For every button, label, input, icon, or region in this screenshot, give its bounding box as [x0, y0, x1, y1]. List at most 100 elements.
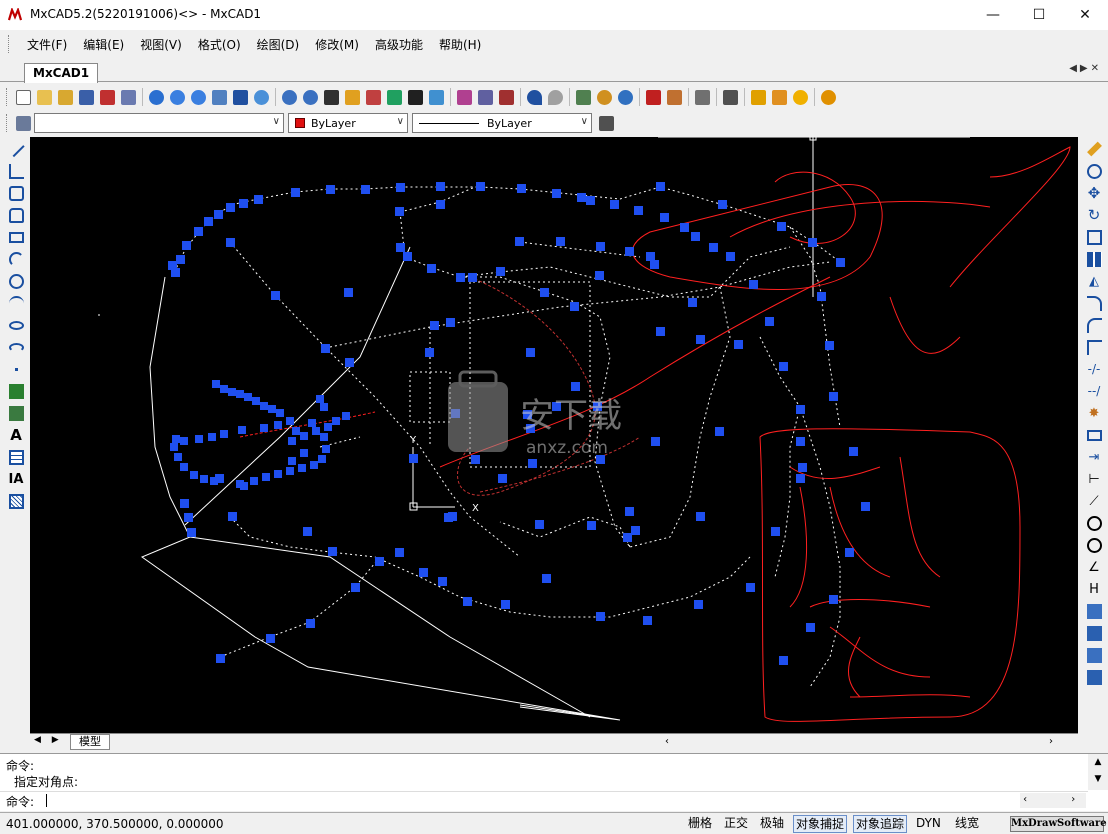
- preview-icon[interactable]: [720, 87, 741, 108]
- offset-tool-icon[interactable]: [1080, 292, 1108, 314]
- make-block-icon[interactable]: [2, 402, 30, 424]
- save-icon[interactable]: [76, 87, 97, 108]
- grid-toggle[interactable]: 栅格: [686, 815, 714, 833]
- tab-mxcad1[interactable]: MxCAD1: [24, 63, 99, 83]
- ucs-icon[interactable]: [230, 87, 251, 108]
- zoom-window-icon[interactable]: [300, 87, 321, 108]
- command-scrollbar[interactable]: ▲ ▼: [1088, 754, 1108, 790]
- menu-view[interactable]: 视图(V): [132, 36, 190, 53]
- explode-tool-icon[interactable]: ✸: [1080, 402, 1108, 424]
- menu-advanced[interactable]: 高级功能: [367, 36, 431, 53]
- menu-modify[interactable]: 修改(M): [307, 36, 367, 53]
- ellipse-arc-tool-icon[interactable]: [2, 336, 30, 358]
- image-export-icon[interactable]: [664, 87, 685, 108]
- toolbar-grip-handle[interactable]: [6, 114, 9, 132]
- text-tool-icon[interactable]: A: [2, 424, 30, 446]
- point-tool-icon[interactable]: [2, 358, 30, 380]
- render-icon[interactable]: [573, 87, 594, 108]
- dim-radius-icon[interactable]: [1080, 512, 1108, 534]
- zoom-extents-icon[interactable]: [251, 87, 272, 108]
- hatch-tool-icon[interactable]: [2, 490, 30, 512]
- tab-model[interactable]: 模型: [70, 734, 110, 750]
- horizontal-scrollbar[interactable]: ‹ ›: [663, 736, 1063, 749]
- properties-icon[interactable]: [496, 87, 517, 108]
- trim-tool-icon[interactable]: -/-: [1080, 358, 1108, 380]
- menu-draw[interactable]: 绘图(D): [249, 36, 308, 53]
- draworder-front-icon[interactable]: [1080, 600, 1108, 622]
- scroll-left-icon[interactable]: ‹: [665, 736, 669, 747]
- rectangle-tool-icon[interactable]: [2, 226, 30, 248]
- circle-tool-icon[interactable]: [2, 270, 30, 292]
- save-as-icon[interactable]: [97, 87, 118, 108]
- move-icon[interactable]: [321, 87, 342, 108]
- dyn-toggle[interactable]: DYN: [914, 815, 943, 833]
- zoom-in-icon[interactable]: [188, 87, 209, 108]
- match-properties-icon[interactable]: [454, 87, 475, 108]
- tab-nav-buttons[interactable]: ◀▶✕: [1069, 63, 1102, 74]
- menu-file[interactable]: 文件(F): [19, 36, 75, 53]
- layer-select[interactable]: ∨: [34, 113, 284, 133]
- print-icon[interactable]: [118, 87, 139, 108]
- break-tool-icon[interactable]: ⇥: [1080, 446, 1108, 468]
- table-tool-icon[interactable]: [2, 446, 30, 468]
- star-icon[interactable]: [790, 87, 811, 108]
- open-file-icon[interactable]: [34, 87, 55, 108]
- spline-tool-icon[interactable]: [2, 292, 30, 314]
- layer-manager-icon[interactable]: [13, 113, 34, 134]
- color-select[interactable]: ByLayer ∨: [288, 113, 408, 133]
- mtext-tool-icon[interactable]: IA: [2, 468, 30, 490]
- edit-text-icon[interactable]: [426, 87, 447, 108]
- lineweight-toggle[interactable]: 线宽: [953, 815, 981, 833]
- stretch-tool-icon[interactable]: [1080, 424, 1108, 446]
- polar-toggle[interactable]: 极轴: [758, 815, 786, 833]
- find-icon[interactable]: [279, 87, 300, 108]
- scale-tool-icon[interactable]: [1080, 226, 1108, 248]
- redo-icon[interactable]: [545, 87, 566, 108]
- pencil-icon[interactable]: [769, 87, 790, 108]
- otrack-toggle[interactable]: 对象追踪: [853, 815, 908, 833]
- fillet-tool-icon[interactable]: [1080, 314, 1108, 336]
- insert-block-icon[interactable]: [2, 380, 30, 402]
- dim-linear-icon[interactable]: ⊢: [1080, 468, 1108, 490]
- toolbar-grip-handle[interactable]: [6, 88, 9, 106]
- maximize-button[interactable]: ☐: [1016, 0, 1062, 30]
- open-folder-icon[interactable]: [55, 87, 76, 108]
- line-tool-icon[interactable]: [2, 138, 30, 160]
- polyline-tool-icon[interactable]: [2, 160, 30, 182]
- command-input-line[interactable]: 命令: ‹ ›: [0, 791, 1088, 809]
- dim-angular-icon[interactable]: ∠: [1080, 556, 1108, 578]
- scroll-right-icon[interactable]: ›: [1049, 736, 1053, 747]
- lineweight-icon[interactable]: [596, 113, 617, 134]
- command-hscroll[interactable]: ‹ ›: [1020, 793, 1086, 808]
- globe-icon[interactable]: [594, 87, 615, 108]
- copy-tool-icon[interactable]: [1080, 160, 1108, 182]
- dim-aligned-icon[interactable]: ⟋: [1080, 490, 1108, 512]
- draworder-back-icon[interactable]: [1080, 622, 1108, 644]
- mirror-tool-icon[interactable]: ◭: [1080, 270, 1108, 292]
- close-button[interactable]: ✕: [1062, 0, 1108, 30]
- move-tool-icon[interactable]: ✥: [1080, 182, 1108, 204]
- erase-tool-icon[interactable]: [1080, 138, 1108, 160]
- dim-diameter-icon[interactable]: [1080, 534, 1108, 556]
- layer-colors-icon[interactable]: [384, 87, 405, 108]
- notes-icon[interactable]: [748, 87, 769, 108]
- pan-icon[interactable]: [209, 87, 230, 108]
- linetype-select[interactable]: ByLayer ∨: [412, 113, 592, 133]
- zoom-out-icon[interactable]: [167, 87, 188, 108]
- draworder-above-icon[interactable]: [1080, 644, 1108, 666]
- dim-ordinate-icon[interactable]: H: [1080, 578, 1108, 600]
- favorite-icon[interactable]: [818, 87, 839, 108]
- minimize-button[interactable]: —: [970, 0, 1016, 30]
- extend-tool-icon[interactable]: --/: [1080, 380, 1108, 402]
- osnap-toggle[interactable]: 对象捕捉: [793, 815, 848, 833]
- erase-icon[interactable]: [363, 87, 384, 108]
- draworder-under-icon[interactable]: [1080, 666, 1108, 688]
- drawing-canvas[interactable]: Y X 安下载 anxz.com: [30, 137, 1078, 733]
- ellipse-tool-icon[interactable]: [2, 314, 30, 336]
- layout-nav-arrows[interactable]: ◀ ▶: [34, 735, 63, 745]
- zoom-realtime-icon[interactable]: [146, 87, 167, 108]
- camera-icon[interactable]: [692, 87, 713, 108]
- browser-icon[interactable]: [615, 87, 636, 108]
- rotate-tool-icon[interactable]: ↻: [1080, 204, 1108, 226]
- polygon-tool-icon[interactable]: [2, 182, 30, 204]
